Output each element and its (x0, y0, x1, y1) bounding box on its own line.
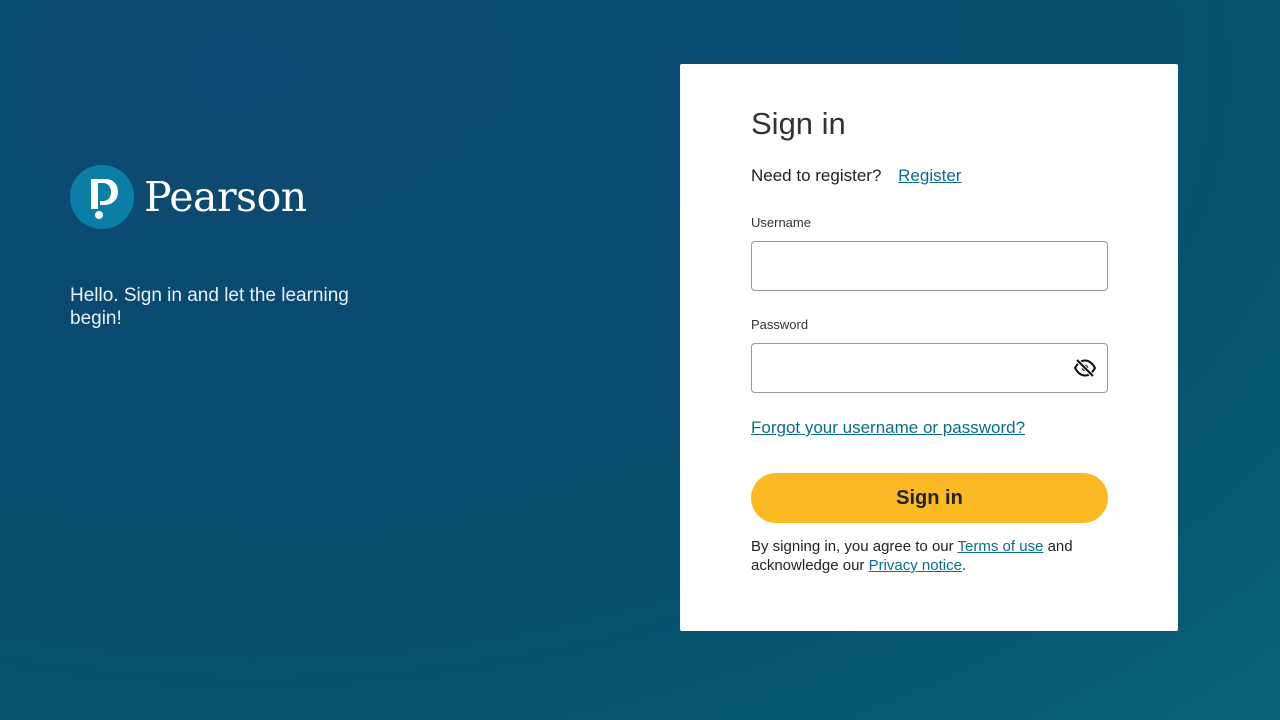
sign-in-button[interactable]: Sign in (751, 473, 1108, 523)
username-input[interactable] (751, 241, 1108, 291)
tagline: Hello. Sign in and let the learning begi… (70, 285, 349, 329)
username-field-wrap (751, 241, 1108, 291)
password-field-wrap (751, 343, 1108, 393)
password-input[interactable] (751, 343, 1108, 393)
terms-of-use-link[interactable]: Terms of use (958, 538, 1044, 555)
terms-notice: By signing in, you agree to our Terms of… (751, 537, 1108, 575)
register-prompt: Need to register? (751, 166, 882, 185)
pearson-logo-icon (70, 165, 134, 229)
privacy-notice-link[interactable]: Privacy notice (869, 557, 962, 574)
brand-panel: Pearson Hello. Sign in and let the learn… (70, 164, 410, 330)
terms-prefix: By signing in, you agree to our (751, 538, 954, 555)
terms-suffix: . (961, 557, 967, 574)
password-label: Password (751, 317, 809, 332)
username-label: Username (751, 215, 811, 230)
page-title: Sign in (751, 106, 846, 141)
brand-name: Pearson (144, 173, 307, 221)
forgot-credentials-link[interactable]: Forgot your username or password? (751, 418, 1108, 438)
pearson-logo: Pearson (70, 164, 410, 230)
eye-slash-icon[interactable] (1073, 358, 1097, 378)
register-row: Need to register? Register (751, 166, 1108, 190)
register-link[interactable]: Register (898, 166, 961, 185)
sign-in-card: Sign in Need to register? Register Usern… (680, 64, 1178, 631)
